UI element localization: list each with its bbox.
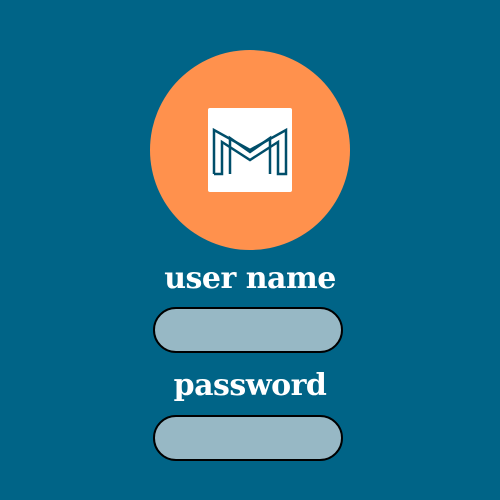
logo-tile <box>208 108 292 192</box>
password-input[interactable] <box>153 415 343 461</box>
username-input[interactable] <box>153 307 343 353</box>
password-label: password <box>173 368 327 403</box>
username-label: user name <box>164 261 336 296</box>
logo-circle <box>150 50 350 250</box>
monogram-m-logo-icon <box>212 127 288 176</box>
